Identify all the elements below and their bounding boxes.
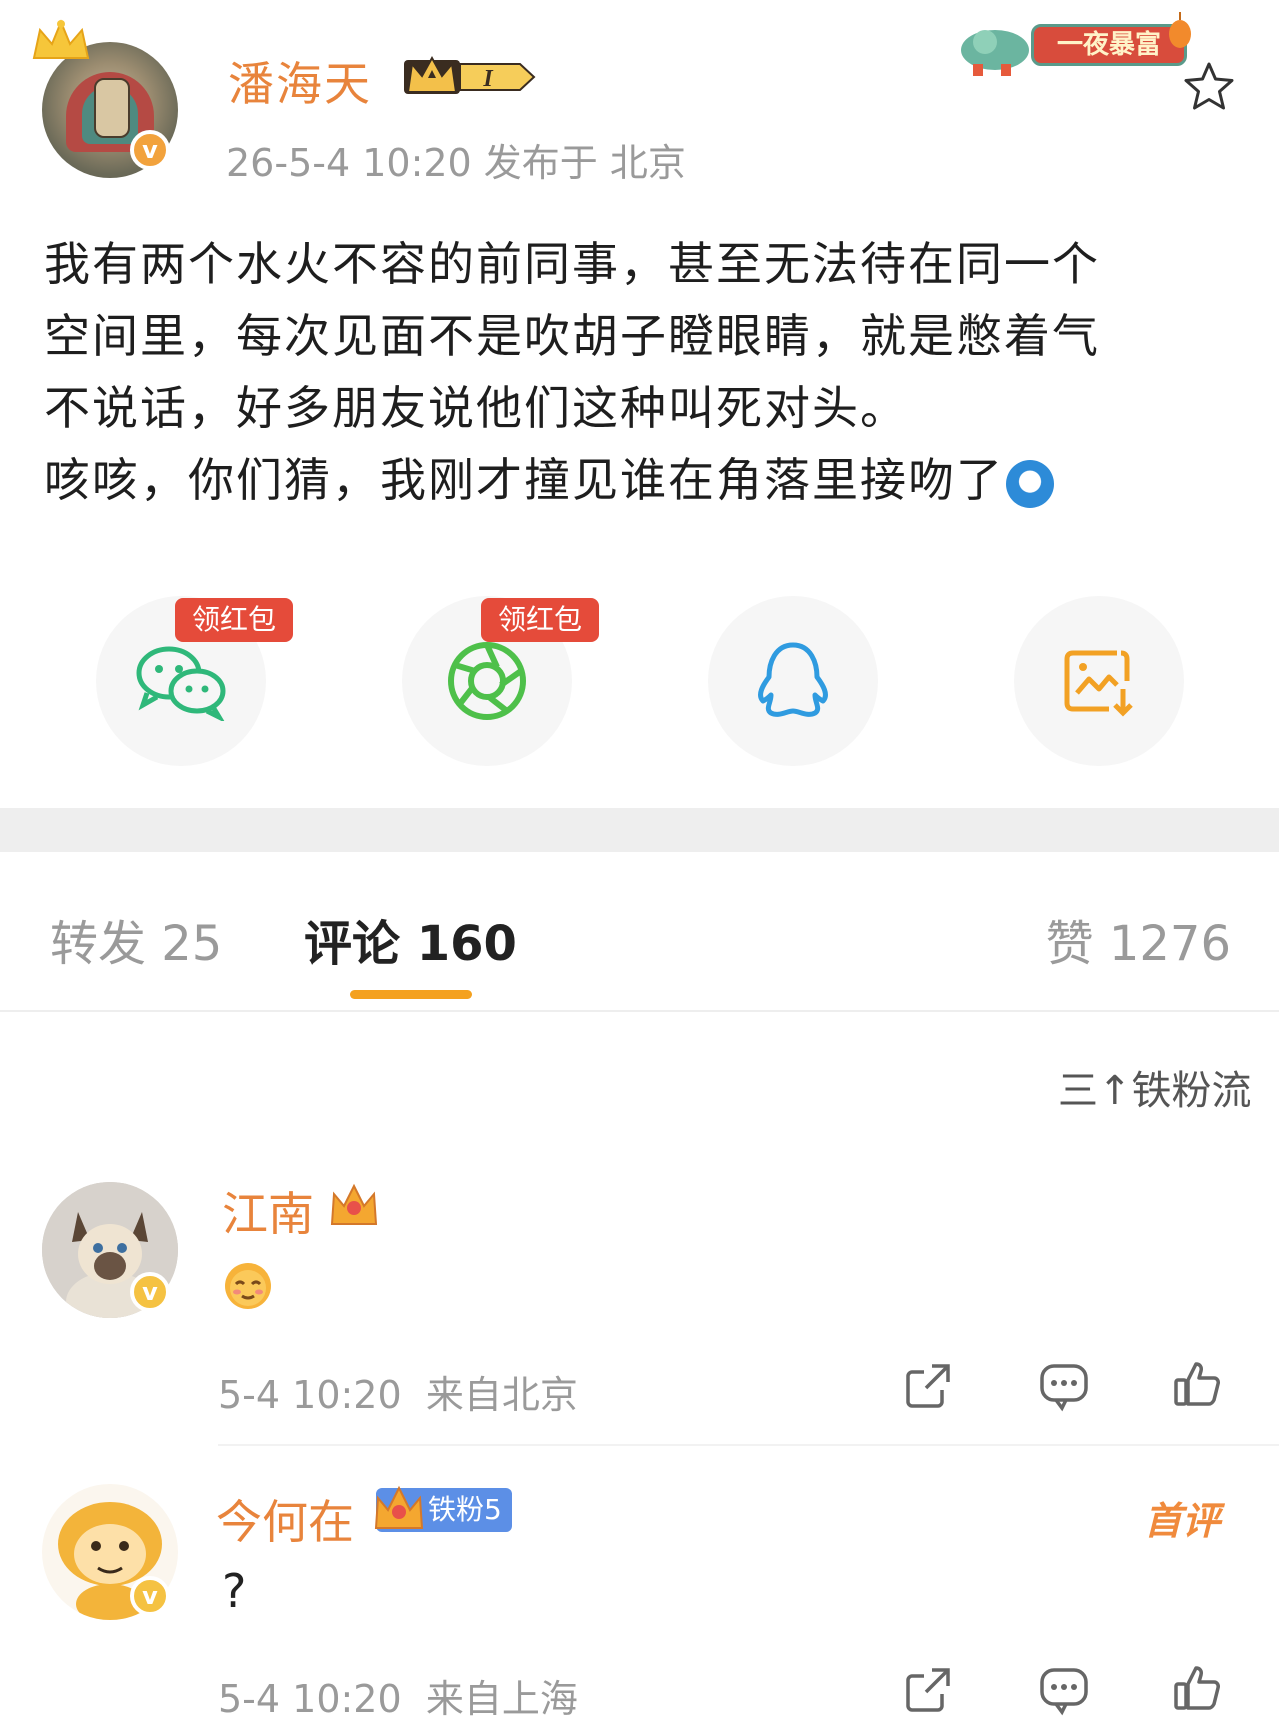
comment-author-name[interactable]: 江南 [222, 1178, 314, 1244]
tab-comment[interactable]: 评论 160 [304, 904, 517, 974]
comment-icon[interactable] [1038, 1360, 1090, 1412]
sort-fans-button[interactable]: 三↑铁粉流 [1058, 1058, 1252, 1116]
share-qq-button[interactable] [708, 596, 878, 766]
comment-author-name[interactable]: 今何在 [216, 1486, 354, 1552]
moments-aperture-icon [448, 642, 526, 720]
red-packet-tag-moments: 领红包 [481, 598, 599, 642]
lantern-icon [1169, 12, 1191, 48]
smile-emoji-icon [225, 1263, 271, 1309]
promo-label: 一夜暴富 [1031, 24, 1187, 66]
member-level-badge-icon: I [404, 55, 536, 94]
author-name[interactable]: 潘海天 [228, 48, 372, 114]
comment-icon[interactable] [1038, 1664, 1090, 1716]
active-tab-indicator [350, 990, 472, 999]
save-image-button[interactable] [1014, 596, 1184, 766]
tab-repost[interactable]: 转发 25 [50, 904, 222, 974]
comment-text-jiangnan [222, 1260, 274, 1316]
comment-text-jinhezai: ? [222, 1564, 247, 1618]
verified-badge-icon: v [130, 1272, 170, 1312]
red-packet-tag-wechat: 领红包 [175, 598, 293, 642]
sort-icon: 三↑ [1058, 1068, 1132, 1114]
comment-meta-jiangnan: 5-4 10:20 来自北京 [218, 1373, 578, 1417]
verified-badge-icon: v [130, 130, 170, 170]
like-thumb-icon[interactable] [1172, 1358, 1224, 1410]
comment-meta-jinhezai: 5-4 10:20 来自上海 [218, 1677, 578, 1721]
post-text: 我有两个水火不容的前同事，甚至无法待在同一个 空间里，每次见面不是吹胡子瞪眼睛，… [44, 237, 1100, 507]
svg-text:I: I [482, 66, 494, 92]
sort-label: 铁粉流 [1131, 1068, 1252, 1114]
repost-icon[interactable] [902, 1664, 954, 1716]
crown-decoration-icon [32, 19, 90, 59]
favorite-star-icon[interactable] [1180, 58, 1238, 116]
doraemon-emoji-icon [1006, 459, 1054, 508]
vip-crown-icon [330, 1183, 378, 1225]
post-content: 我有两个水火不容的前同事，甚至无法待在同一个 空间里，每次见面不是吹胡子瞪眼睛，… [44, 228, 1244, 516]
promo-badge[interactable]: 一夜暴富 [955, 6, 1195, 78]
wechat-icon [136, 646, 226, 721]
section-divider [0, 808, 1279, 852]
verified-badge-icon: v [130, 1576, 170, 1616]
first-comment-tag: 首评 [1144, 1499, 1221, 1543]
repost-icon[interactable] [902, 1360, 954, 1412]
save-image-icon [1064, 650, 1133, 717]
tab-divider [0, 1010, 1279, 1012]
post-timestamp-location: 26-5-4 10:20 发布于 北京 [226, 141, 686, 185]
comment-divider [218, 1444, 1279, 1446]
iron-fan-badge: 铁粉5 [374, 1485, 512, 1532]
qq-penguin-icon [758, 642, 828, 717]
tab-like[interactable]: 赞 1276 [1046, 904, 1231, 974]
like-thumb-icon[interactable] [1172, 1662, 1224, 1714]
vip-crown-icon [374, 1485, 424, 1529]
